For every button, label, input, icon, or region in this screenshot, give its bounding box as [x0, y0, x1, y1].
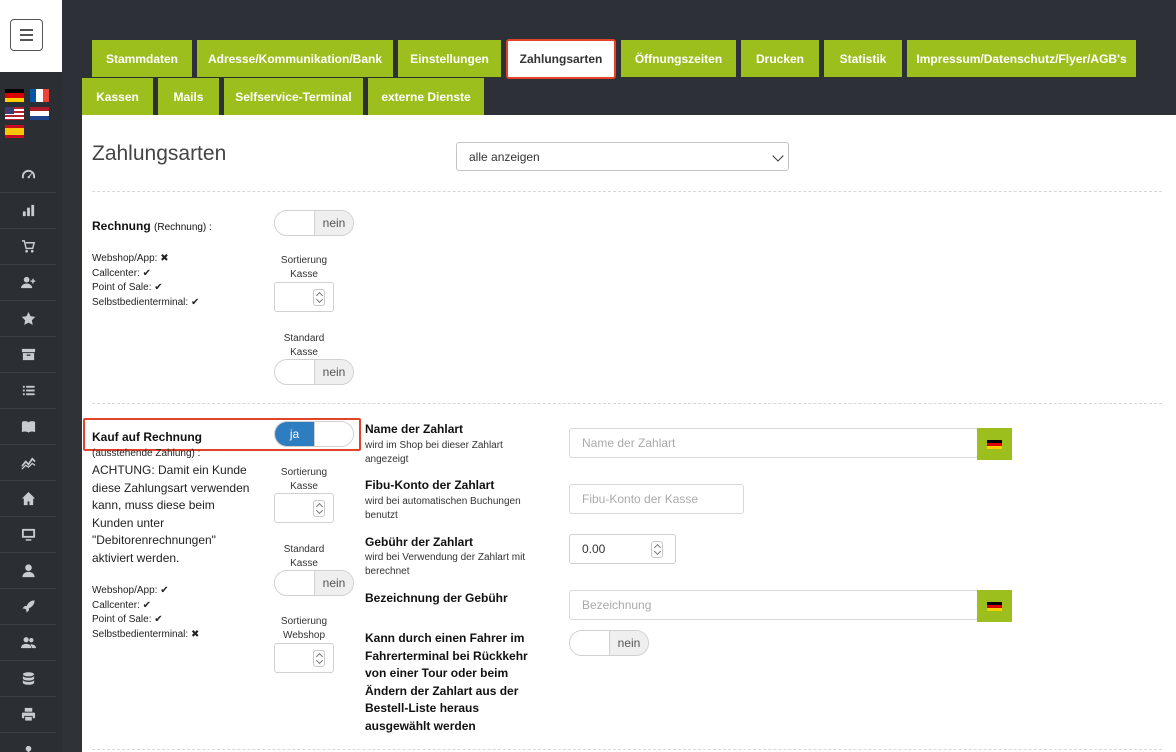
- tab-zahlungsarten[interactable]: Zahlungsarten: [506, 39, 616, 79]
- stepper-arrows-icon[interactable]: [313, 650, 325, 667]
- toggle-std-kasse-rechnung[interactable]: nein: [274, 359, 354, 385]
- label-sort-kasse-rechnung: Sortierung Kasse: [280, 255, 328, 280]
- flag-fr-icon[interactable]: [30, 89, 49, 102]
- pin-icon[interactable]: [0, 733, 56, 752]
- language-de-button[interactable]: [977, 428, 1012, 460]
- field-title-name: Name der Zahlart: [365, 422, 464, 436]
- flag-de-icon: [987, 439, 1002, 449]
- tab-stammdaten[interactable]: Stammdaten: [92, 40, 192, 77]
- sort-kasse-stepper-rechnung[interactable]: [274, 282, 334, 312]
- line-chart-icon[interactable]: [0, 445, 56, 481]
- flag-us-icon[interactable]: [5, 107, 24, 120]
- field-title-fee: Gebühr der Zahlart: [365, 535, 474, 549]
- cart-icon[interactable]: [0, 229, 56, 265]
- filter-select-value: alle anzeigen: [469, 149, 540, 164]
- tab-selfservice[interactable]: Selfservice-Terminal: [224, 78, 363, 115]
- x-icon: ✖: [160, 253, 169, 264]
- label-std-kasse-kauf: Standard Kasse: [283, 544, 325, 569]
- label-sort-webshop-kauf: Sortierung Webshop: [280, 616, 328, 641]
- sidebar-header: [0, 0, 62, 72]
- tab-oeffnungszeiten[interactable]: Öffnungszeiten: [621, 40, 736, 77]
- sidebar: [0, 0, 62, 752]
- tab-drucken[interactable]: Drucken: [741, 40, 819, 77]
- payment-name-kauf: Kauf auf Rechnung: [92, 430, 202, 444]
- sort-kasse-stepper-kauf[interactable]: [274, 493, 334, 523]
- page-title: Zahlungsarten: [92, 142, 227, 165]
- channel-list-kauf: Webshop/App: ✔ Callcenter: ✔ Point of Sa…: [92, 585, 200, 640]
- home-icon[interactable]: [0, 481, 56, 517]
- label-sort-kasse-kauf: Sortierung Kasse: [280, 467, 328, 492]
- field-title-feename: Bezeichnung der Gebühr: [365, 591, 508, 605]
- flag-nl-icon[interactable]: [30, 107, 49, 120]
- field-sub-name: wird im Shop bei dieser Zahlart angezeig…: [365, 440, 503, 465]
- check-icon: ✔: [154, 614, 163, 625]
- tab-einstellungen[interactable]: Einstellungen: [398, 40, 501, 77]
- field-title-fibu: Fibu-Konto der Zahlart: [365, 478, 495, 492]
- toggle-std-kasse-kauf[interactable]: nein: [274, 570, 354, 596]
- field-title-driver: Kann durch einen Fahrer im Fahrertermina…: [365, 631, 528, 733]
- archive-icon[interactable]: [0, 337, 56, 373]
- check-icon: ✔: [160, 585, 169, 596]
- filter-select[interactable]: alle anzeigen: [456, 142, 789, 171]
- flag-de-icon: [987, 601, 1002, 611]
- check-icon: ✔: [190, 296, 200, 308]
- divider: [92, 749, 1162, 750]
- sort-webshop-stepper-kauf[interactable]: [274, 643, 334, 673]
- rocket-icon[interactable]: [0, 589, 56, 625]
- printer-icon[interactable]: [0, 697, 56, 733]
- star-icon[interactable]: [0, 301, 56, 337]
- stepper-arrows-icon[interactable]: [313, 289, 325, 306]
- hamburger-icon: [20, 39, 33, 41]
- divider: [92, 403, 1162, 404]
- list-icon[interactable]: [0, 373, 56, 409]
- fee-stepper[interactable]: 0.00: [569, 534, 676, 564]
- payment-name-rechnung: Rechnung (Rechnung) :: [92, 219, 212, 233]
- tab-statistik[interactable]: Statistik: [824, 40, 902, 77]
- payment-sub-kauf: (ausstehende Zahlung) :: [92, 448, 201, 459]
- user-plus-icon[interactable]: [0, 265, 56, 301]
- tab-impressum[interactable]: Impressum/Datenschutz/Flyer/AGB's: [907, 40, 1136, 77]
- tab-kassen[interactable]: Kassen: [82, 78, 153, 115]
- name-zahlart-input[interactable]: Name der Zahlart: [569, 428, 978, 458]
- toggle-kauf-active[interactable]: ja: [274, 421, 354, 447]
- monitor-icon[interactable]: [0, 517, 56, 553]
- field-sub-fee: wird bei Verwendung der Zahlart mit bere…: [365, 552, 526, 577]
- flag-de-icon[interactable]: [5, 89, 24, 102]
- chevron-down-icon: [772, 150, 784, 162]
- channel-list-rechnung: Webshop/App: ✖ Callcenter: ✔ Point of Sa…: [92, 253, 200, 308]
- hamburger-icon: [20, 29, 33, 31]
- flag-es-icon[interactable]: [5, 125, 24, 138]
- divider: [92, 191, 1162, 192]
- fibu-konto-input[interactable]: Fibu-Konto der Kasse: [569, 484, 744, 514]
- check-icon: ✔: [142, 267, 151, 279]
- stepper-arrows-icon[interactable]: [651, 541, 663, 558]
- check-icon: ✔: [142, 599, 151, 611]
- payment-note-kauf: ACHTUNG: Damit ein Kunde diese Zahlungsa…: [92, 463, 250, 565]
- user-icon[interactable]: [0, 553, 56, 589]
- menu-toggle-button[interactable]: [10, 19, 43, 51]
- fee-value: 0.00: [582, 542, 606, 556]
- check-icon: ✔: [154, 282, 163, 293]
- gauge-icon[interactable]: [0, 157, 56, 193]
- language-de-button[interactable]: [977, 590, 1012, 622]
- bar-chart-icon[interactable]: [0, 193, 56, 229]
- users-icon[interactable]: [0, 625, 56, 661]
- stepper-arrows-icon[interactable]: [313, 500, 325, 517]
- hamburger-icon: [20, 34, 33, 36]
- label-std-kasse-rechnung: Standard Kasse: [283, 333, 325, 358]
- toggle-rechnung-active[interactable]: nein: [274, 210, 354, 236]
- database-icon[interactable]: [0, 661, 56, 697]
- fee-name-input[interactable]: Bezeichnung: [569, 590, 978, 620]
- field-sub-fibu: wird bei automatischen Buchungen benutzt: [365, 496, 521, 521]
- tab-mails[interactable]: Mails: [158, 78, 219, 115]
- tab-adresse[interactable]: Adresse/Kommunikation/Bank: [197, 40, 393, 77]
- toggle-driver[interactable]: nein: [569, 630, 649, 656]
- tab-externe-dienste[interactable]: externe Dienste: [368, 78, 484, 115]
- x-icon: ✖: [190, 628, 200, 640]
- book-icon[interactable]: [0, 409, 56, 445]
